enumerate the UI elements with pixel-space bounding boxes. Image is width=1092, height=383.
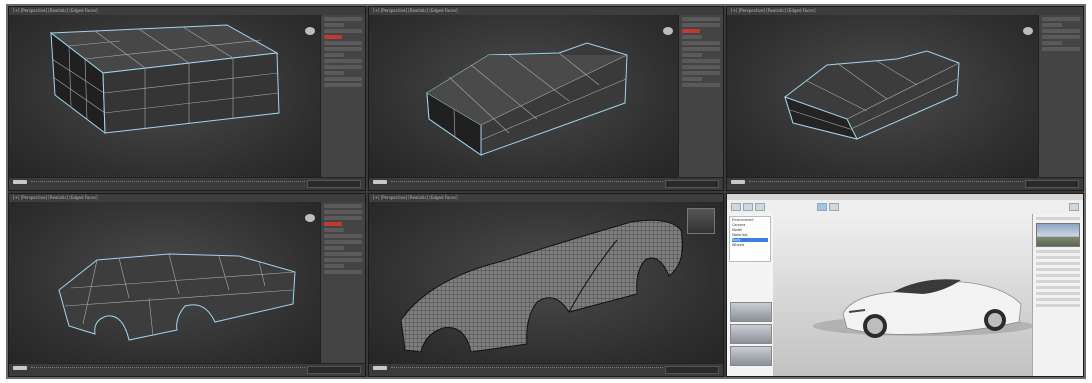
perspective-viewport[interactable] [727, 15, 1039, 178]
viewport-label: [+] [Perspective] [Realistic] [Edged Fac… [13, 195, 98, 200]
perspective-viewport[interactable] [9, 202, 321, 364]
time-slider[interactable] [13, 180, 27, 184]
viewport-panel-1: [+] [Perspective] [Realistic] [Edged Fac… [8, 6, 366, 191]
viewcube-icon[interactable] [1023, 27, 1033, 35]
viewport-panel-2: [+] [Perspective] [Realistic] [Edged Fac… [368, 6, 724, 191]
viewport-panel-4: [+] [Perspective] [Realistic] [Edged Fac… [8, 193, 366, 377]
import-button[interactable] [731, 203, 741, 211]
timeline[interactable] [369, 363, 723, 376]
viewport-label: [+] [Perspective] [Realistic] [Edged Fac… [373, 8, 458, 13]
list-item[interactable]: Model [732, 228, 768, 232]
viewport-label: [+] [Perspective] [Realistic] [Edged Fac… [373, 195, 458, 200]
render-toolbar[interactable] [727, 200, 1083, 215]
environment-preview[interactable] [1036, 223, 1080, 247]
project-button[interactable] [755, 203, 765, 211]
list-item[interactable]: Wheels [732, 243, 768, 247]
modifier-color-swatch[interactable] [682, 29, 700, 33]
timeline[interactable] [9, 363, 365, 376]
properties-panel [1032, 214, 1083, 376]
scene-tree-panel: Environment Camera Model Materials Body … [727, 214, 774, 376]
settings-button[interactable] [1069, 203, 1079, 211]
viewport-label: [+] [Perspective] [Realistic] [Edged Fac… [731, 8, 816, 13]
timeline[interactable] [9, 177, 365, 190]
playback-controls[interactable] [307, 180, 361, 188]
perspective-viewport[interactable] [369, 15, 679, 178]
modifier-color-swatch[interactable] [324, 35, 342, 39]
perspective-viewport[interactable] [369, 202, 723, 364]
time-slider[interactable] [13, 366, 27, 370]
viewcube-icon[interactable] [663, 27, 673, 35]
timeline[interactable] [369, 177, 723, 190]
timeline[interactable] [727, 177, 1083, 190]
list-item[interactable]: Environment [732, 218, 768, 222]
screenshot-collage: [+] [Perspective] [Realistic] [Edged Fac… [8, 6, 1084, 377]
modifier-color-swatch[interactable] [324, 222, 342, 226]
viewcube-icon[interactable] [305, 27, 315, 35]
command-panel[interactable] [320, 202, 365, 364]
list-item-selected[interactable]: Body [732, 238, 768, 242]
time-slider[interactable] [373, 366, 387, 370]
library-button[interactable] [743, 203, 753, 211]
render-button[interactable] [817, 203, 827, 211]
render-viewport[interactable] [773, 214, 1033, 376]
render-app-panel: Environment Camera Model Materials Body … [726, 193, 1084, 377]
command-panel[interactable] [320, 15, 365, 178]
time-slider[interactable] [373, 180, 387, 184]
screenshot-button[interactable] [829, 203, 839, 211]
viewcube-icon[interactable] [305, 214, 315, 222]
perspective-viewport[interactable] [9, 15, 321, 178]
viewport-panel-5: [+] [Perspective] [Realistic] [Edged Fac… [368, 193, 724, 377]
environment-thumbnail[interactable] [730, 302, 772, 322]
command-panel[interactable] [678, 15, 723, 178]
viewport-panel-3: [+] [Perspective] [Realistic] [Edged Fac… [726, 6, 1084, 191]
material-preview-swatch[interactable] [687, 208, 715, 234]
list-item[interactable]: Camera [732, 223, 768, 227]
playback-controls[interactable] [665, 366, 719, 374]
viewport-label: [+] [Perspective] [Realistic] [Edged Fac… [13, 8, 98, 13]
playback-controls[interactable] [665, 180, 719, 188]
scene-list[interactable]: Environment Camera Model Materials Body … [729, 216, 771, 262]
environment-thumbnail[interactable] [730, 324, 772, 344]
playback-controls[interactable] [1025, 180, 1079, 188]
command-panel[interactable] [1038, 15, 1083, 178]
environment-thumbnail[interactable] [730, 346, 772, 366]
time-slider[interactable] [731, 180, 745, 184]
list-item[interactable]: Materials [732, 233, 768, 237]
playback-controls[interactable] [307, 366, 361, 374]
